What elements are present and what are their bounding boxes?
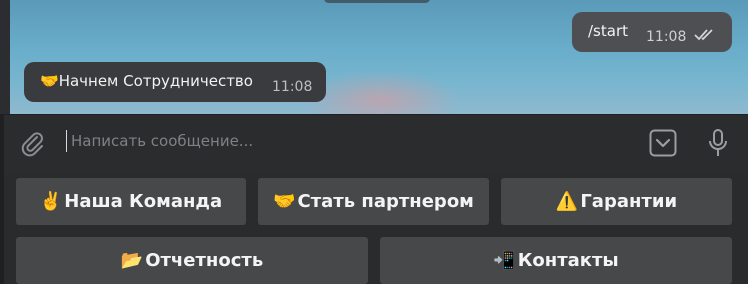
warning-icon: ⚠️ [555, 191, 579, 212]
message-body: Начнем Сотрудничество [58, 72, 253, 90]
keyboard-button-team[interactable]: ✌️ Наша Команда [16, 178, 246, 225]
incoming-message[interactable]: 🤝Начнем Сотрудничество 11:08 [24, 62, 326, 102]
victory-hand-icon: ✌️ [39, 191, 63, 212]
message-time: 11:08 [272, 79, 313, 95]
handshake-icon: 🤝 [40, 72, 59, 90]
chat-history: /start 11:08 🤝Начнем Сотрудничество 11:0… [0, 0, 748, 114]
outgoing-message[interactable]: /start 11:08 [572, 12, 732, 52]
folder-icon: 📂 [120, 250, 144, 271]
keyboard-button-contacts[interactable]: 📲 Контакты [380, 237, 732, 284]
double-check-icon [694, 29, 713, 41]
button-label: Стать партнером [297, 191, 474, 212]
button-label: Гарантии [580, 191, 678, 212]
message-time: 11:08 [646, 29, 687, 45]
message-text: 🤝Начнем Сотрудничество [40, 72, 253, 90]
keyboard-button-reports[interactable]: 📂 Отчетность [16, 237, 368, 284]
phone-arrow-icon: 📲 [493, 250, 516, 271]
sidebar-edge [0, 0, 10, 114]
text-cursor [66, 130, 67, 152]
microphone-icon[interactable] [706, 128, 730, 158]
keyboard-button-guarantees[interactable]: ⚠️ Гарантии [501, 178, 732, 225]
button-label: Отчетность [145, 250, 264, 271]
date-pill [324, 0, 430, 3]
message-text: /start [588, 22, 628, 40]
handshake-icon: 🤝 [273, 191, 296, 212]
paperclip-icon[interactable] [20, 131, 46, 157]
left-border [0, 114, 4, 284]
button-label: Контакты [517, 250, 619, 271]
keyboard-toggle-icon[interactable] [649, 129, 677, 157]
button-label: Наша Команда [64, 191, 223, 212]
message-input[interactable]: Написать сообщение... [71, 132, 253, 150]
keyboard-button-partner[interactable]: 🤝 Стать партнером [258, 178, 489, 225]
